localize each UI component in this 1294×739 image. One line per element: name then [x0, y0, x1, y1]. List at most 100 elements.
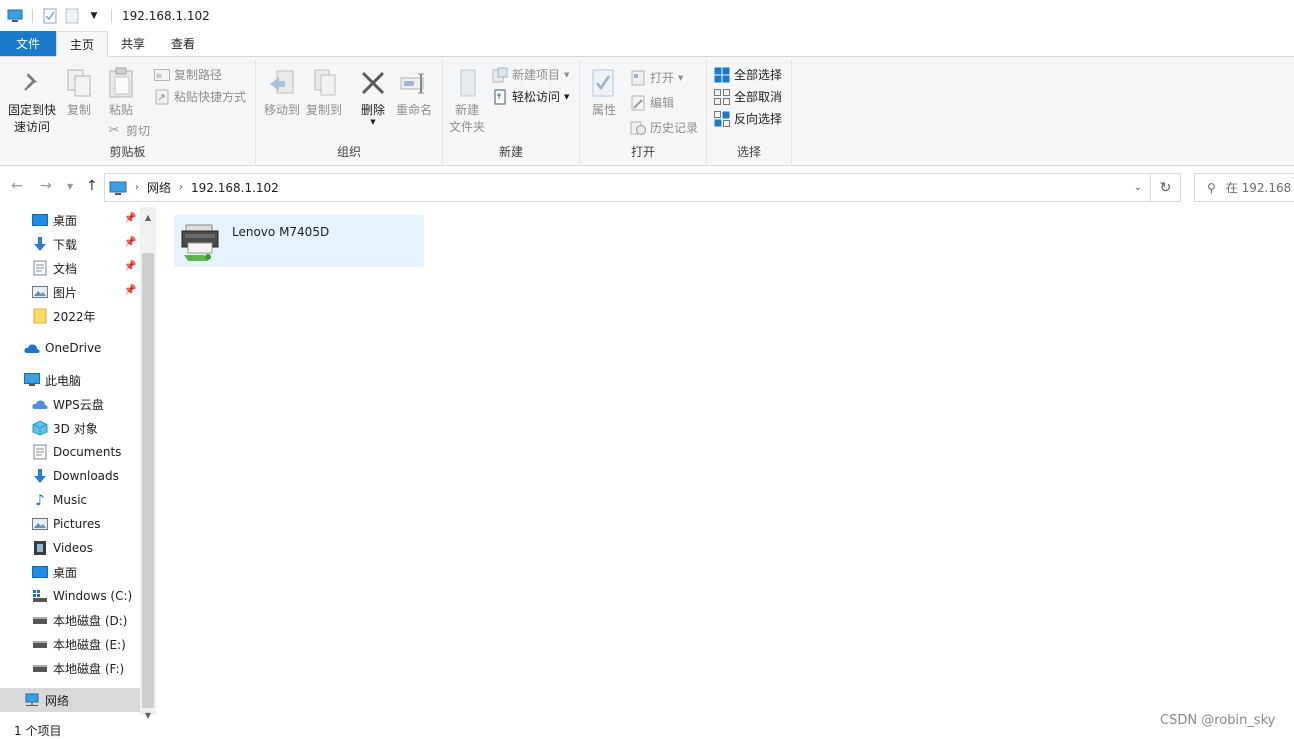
history-button[interactable]: 历史记录 [630, 119, 698, 136]
picture-icon [32, 284, 48, 300]
folder-icon [32, 308, 48, 324]
chevron-down-icon[interactable]: ▼ [85, 8, 103, 24]
nav-item-desktop[interactable]: 桌面 📌 [0, 208, 140, 232]
chevron-down-icon: ▼ [370, 118, 376, 126]
clipboard-group-label: 剪贴板 [109, 145, 146, 159]
nav-item-drive-e[interactable]: 本地磁盘 (E:) [0, 632, 140, 656]
document-icon [32, 444, 48, 460]
address-bar[interactable]: › 网络 › 192.168.1.102 ⌄ [104, 173, 1151, 202]
edit-label: 编辑 [650, 96, 675, 110]
download-arrow-icon [32, 236, 48, 252]
tab-home[interactable]: 主页 [56, 31, 109, 57]
new-folder-icon[interactable] [63, 8, 81, 24]
nav-item-label: Music [53, 493, 88, 507]
chevron-down-icon[interactable]: ⌄ [1134, 182, 1142, 193]
nav-item-drive-f[interactable]: 本地磁盘 (F:) [0, 656, 140, 680]
tab-view[interactable]: 查看 [158, 31, 208, 56]
back-arrow-icon[interactable]: ← [11, 178, 23, 194]
new-item-icon [492, 67, 508, 83]
delete-label: 删除 [360, 103, 385, 117]
refresh-button[interactable]: ↻ [1151, 173, 1181, 202]
new-folder-button[interactable]: 新建 文件夹 [447, 66, 487, 136]
nav-item-pictures[interactable]: 图片 📌 [0, 280, 140, 304]
nav-item-drive-d[interactable]: 本地磁盘 (D:) [0, 608, 140, 632]
nav-item-2022-folder[interactable]: 2022年 [0, 304, 140, 328]
organize-group: 移动到 复制到 删除 ▼ 重命名 组织 [256, 60, 443, 164]
cut-button[interactable]: ✂ 剪切 [106, 122, 150, 139]
cut-label: 剪切 [126, 124, 151, 138]
film-icon [32, 540, 48, 556]
nav-item-drive-c[interactable]: Windows (C:) [0, 584, 140, 608]
nav-item-network[interactable]: 网络 [0, 688, 140, 712]
copy-path-button[interactable]: W 复制路径 [154, 66, 222, 83]
nav-item-this-pc[interactable]: 此电脑 [0, 368, 140, 392]
nav-item-downloads-en[interactable]: Downloads [0, 464, 140, 488]
paste-shortcut-button[interactable]: 粘贴快捷方式 [154, 88, 246, 105]
chevron-down-icon: ▼ [564, 92, 570, 101]
new-group: 新建 文件夹 新建项目 ▼ 轻松访问 ▼ 新建 [443, 60, 580, 164]
breadcrumb-network[interactable]: 网络 [147, 179, 171, 196]
copy-path-icon: W [154, 67, 170, 83]
nav-item-onedrive[interactable]: OneDrive [0, 336, 140, 360]
tab-file[interactable]: 文件 [0, 31, 56, 56]
invert-selection-button[interactable]: 反向选择 [714, 110, 782, 127]
open-label: 打开 [650, 71, 675, 85]
select-none-button[interactable]: 全部取消 [714, 88, 782, 105]
scroll-up-icon[interactable]: ▲ [140, 209, 156, 225]
open-button[interactable]: 打开 ▼ [630, 69, 683, 86]
nav-item-label: Downloads [53, 469, 119, 483]
up-arrow-icon[interactable]: ↑ [86, 178, 98, 194]
ribbon: 固定到快 速访问 复制 粘贴 W 复制路径 粘贴快捷方式 ✂ 剪切 剪贴板 移动… [0, 57, 1294, 166]
pin-icon[interactable]: 📌 [124, 261, 136, 272]
paste-shortcut-label: 粘贴快捷方式 [174, 90, 247, 104]
forward-arrow-icon[interactable]: → [40, 178, 52, 194]
select-all-button[interactable]: 全部选择 [714, 66, 782, 83]
rename-button[interactable]: 重命名 [394, 66, 434, 119]
nav-item-3d-objects[interactable]: 3D 对象 [0, 416, 140, 440]
divider [111, 8, 112, 23]
new-item-label: 新建项目 [512, 68, 561, 82]
paste-button[interactable]: 粘贴 [104, 66, 138, 119]
new-folder-label-line2: 文件夹 [448, 120, 485, 134]
properties-button[interactable]: 属性 [588, 66, 620, 119]
copy-to-icon [307, 66, 341, 100]
nav-item-pictures-en[interactable]: Pictures [0, 512, 140, 536]
content-area: Lenovo M7405D [157, 207, 1294, 715]
nav-item-documents[interactable]: 文档 📌 [0, 256, 140, 280]
nav-scrollbar[interactable]: ▲ ▼ [140, 207, 156, 720]
copy-to-label: 复制到 [305, 103, 342, 117]
copy-button[interactable]: 复制 [62, 66, 96, 119]
scroll-down-icon[interactable]: ▼ [140, 707, 156, 723]
printer-item[interactable]: Lenovo M7405D [174, 215, 424, 267]
recent-chevron-icon[interactable]: ▼ [67, 182, 73, 191]
edit-button[interactable]: 编辑 [630, 94, 674, 111]
nav-item-videos[interactable]: Videos [0, 536, 140, 560]
new-item-button[interactable]: 新建项目 ▼ [492, 66, 569, 83]
copy-to-button[interactable]: 复制到 [302, 66, 346, 119]
nav-item-label: Videos [53, 541, 93, 555]
breadcrumb-host[interactable]: 192.168.1.102 [191, 181, 279, 195]
pin-icon[interactable]: 📌 [124, 285, 136, 296]
delete-button[interactable]: 删除 ▼ [356, 66, 390, 126]
properties-icon[interactable] [41, 8, 59, 24]
item-count: 1 个项目 [14, 724, 62, 738]
easy-access-button[interactable]: 轻松访问 ▼ [492, 88, 569, 105]
nav-item-desktop-pc[interactable]: 桌面 [0, 560, 140, 584]
nav-item-music[interactable]: ♪ Music [0, 488, 140, 512]
move-to-button[interactable]: 移动到 [260, 66, 304, 119]
tab-share[interactable]: 共享 [108, 31, 158, 56]
search-input[interactable]: ⚲ 在 192.168 [1194, 173, 1294, 202]
select-group: 全部选择 全部取消 反向选择 选择 [707, 60, 792, 164]
pin-icon[interactable]: 📌 [124, 237, 136, 248]
nav-item-wps-cloud[interactable]: WPS云盘 [0, 392, 140, 416]
status-bar: 1 个项目 [0, 722, 1294, 739]
scrollbar-thumb[interactable] [142, 253, 154, 708]
nav-item-label: 网络 [45, 693, 70, 708]
cloud-icon [24, 340, 40, 356]
pin-icon[interactable]: 📌 [124, 213, 136, 224]
nav-item-downloads[interactable]: 下载 📌 [0, 232, 140, 256]
pin-quick-access-button[interactable]: 固定到快 速访问 [6, 66, 58, 136]
download-arrow-icon [32, 468, 48, 484]
select-group-label: 选择 [736, 145, 761, 159]
nav-item-documents-en[interactable]: Documents [0, 440, 140, 464]
